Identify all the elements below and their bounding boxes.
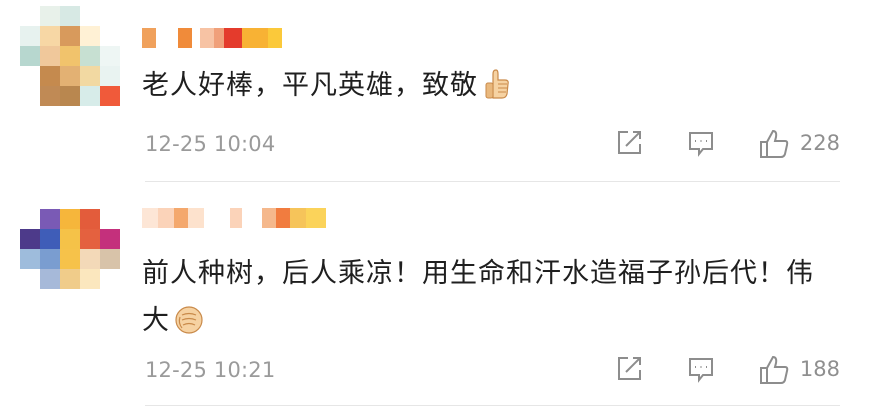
username-pixelated[interactable]	[142, 28, 282, 48]
username-pixel	[200, 28, 214, 48]
avatar-pixel	[20, 26, 40, 46]
avatar-pixel	[100, 289, 120, 309]
thumbs-up-icon	[758, 354, 789, 384]
comment-actions: 228	[614, 128, 840, 158]
avatar-pixel	[100, 86, 120, 106]
username-pixel	[156, 28, 178, 48]
username-pixel	[158, 208, 174, 228]
username-pixel	[224, 28, 242, 48]
username-pixel	[242, 208, 262, 228]
username-pixel	[142, 208, 158, 228]
username-pixel	[242, 28, 268, 48]
avatar-pixel	[80, 229, 100, 249]
avatar-pixel	[40, 269, 60, 289]
username-pixel	[262, 208, 276, 228]
avatar-pixel	[60, 6, 80, 26]
username-pixel	[204, 208, 230, 228]
comment-text-content: 前人种树，后人乘凉！用生命和汗水造福子孙后代！伟大	[142, 258, 814, 336]
username-pixelated[interactable]	[142, 208, 326, 228]
avatar-pixel	[100, 66, 120, 86]
avatar[interactable]	[20, 209, 120, 309]
timestamp: 12-25 10:04	[145, 132, 276, 156]
avatar-pixel	[20, 209, 40, 229]
avatar-pixel	[60, 229, 80, 249]
avatar-pixel	[100, 249, 120, 269]
comment-text-content: 老人好棒，平凡英雄，致敬	[142, 70, 478, 101]
comment-text: 老人好棒，平凡英雄，致敬	[142, 62, 840, 109]
avatar[interactable]	[20, 6, 120, 106]
share-icon[interactable]	[614, 354, 644, 384]
avatar-pixel	[40, 86, 60, 106]
avatar-pixel	[20, 66, 40, 86]
avatar-pixel	[80, 6, 100, 26]
avatar-pixel	[40, 6, 60, 26]
avatar-pixel	[40, 26, 60, 46]
avatar-pixel	[80, 46, 100, 66]
avatar-pixel	[40, 229, 60, 249]
avatar-pixel	[80, 209, 100, 229]
comment-item: 前人种树，后人乘凉！用生命和汗水造福子孙后代！伟大 12-25 10:21 18…	[0, 183, 880, 410]
comment-item: 老人好棒，平凡英雄，致敬 12-25 10:04 228	[0, 0, 880, 182]
thumbs-up-icon	[758, 128, 789, 158]
avatar-pixel	[60, 289, 80, 309]
avatar-pixel	[40, 289, 60, 309]
avatar-pixel	[100, 229, 120, 249]
username-pixel	[188, 208, 204, 228]
comment-icon[interactable]	[686, 128, 716, 158]
avatar-pixel	[20, 46, 40, 66]
avatar-pixel	[60, 66, 80, 86]
avatar-pixel	[20, 6, 40, 26]
username-pixel	[214, 28, 224, 48]
avatar-pixel	[60, 249, 80, 269]
avatar-pixel	[40, 66, 60, 86]
like-count: 188	[799, 357, 840, 381]
avatar-pixel	[60, 269, 80, 289]
timestamp: 12-25 10:21	[145, 358, 276, 382]
username-pixel	[174, 208, 188, 228]
avatar-pixel	[100, 46, 120, 66]
avatar-pixel	[80, 289, 100, 309]
fist-emoji	[174, 303, 204, 335]
avatar-pixel	[60, 46, 80, 66]
avatar-pixel	[40, 209, 60, 229]
avatar-pixel	[80, 269, 100, 289]
avatar-pixel	[60, 26, 80, 46]
avatar-pixel	[40, 249, 60, 269]
avatar-pixel	[100, 26, 120, 46]
username-pixel	[268, 28, 282, 48]
avatar-pixel	[20, 269, 40, 289]
username-pixel	[142, 28, 156, 48]
avatar-pixel	[20, 289, 40, 309]
avatar-pixel	[100, 6, 120, 26]
avatar-pixel	[80, 86, 100, 106]
username-pixel	[306, 208, 326, 228]
avatar-pixel	[40, 46, 60, 66]
username-pixel	[192, 28, 200, 48]
like-count: 228	[799, 131, 840, 155]
username-pixel	[178, 28, 192, 48]
username-pixel	[276, 208, 290, 228]
divider	[145, 181, 840, 182]
comment-icon[interactable]	[686, 354, 716, 384]
avatar-pixel	[60, 209, 80, 229]
avatar-pixel	[60, 86, 80, 106]
avatar-pixel	[20, 229, 40, 249]
avatar-pixel	[100, 209, 120, 229]
avatar-pixel	[80, 249, 100, 269]
divider	[145, 405, 840, 406]
avatar-pixel	[20, 249, 40, 269]
avatar-pixel	[80, 66, 100, 86]
avatar-pixel	[100, 269, 120, 289]
comment-actions: 188	[614, 354, 840, 384]
avatar-pixel	[80, 26, 100, 46]
share-icon[interactable]	[614, 128, 644, 158]
like-button[interactable]: 188	[758, 354, 840, 384]
comment-text: 前人种树，后人乘凉！用生命和汗水造福子孙后代！伟大	[142, 250, 840, 344]
avatar-pixel	[20, 86, 40, 106]
like-button[interactable]: 228	[758, 128, 840, 158]
thumbs-up-emoji	[482, 68, 512, 100]
username-pixel	[290, 208, 306, 228]
username-pixel	[230, 208, 242, 228]
